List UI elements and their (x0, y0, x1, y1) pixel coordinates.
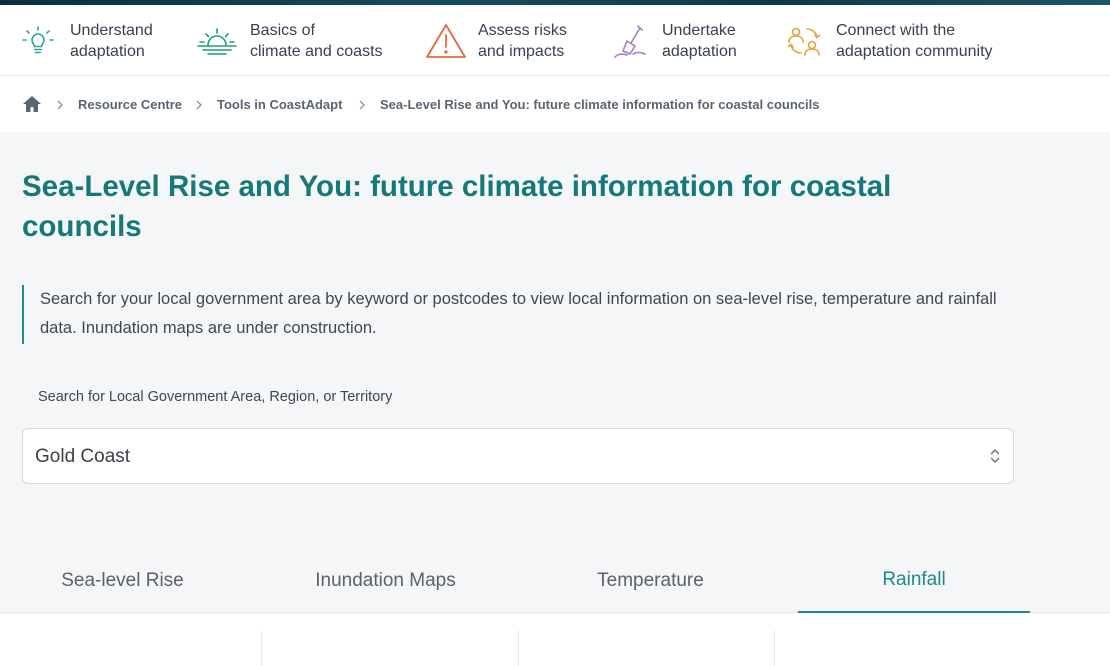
nav-label-line1: Understand (70, 21, 153, 39)
nav-assess-risks[interactable]: Assess risks and impacts (423, 5, 567, 76)
chevron-right-icon (359, 100, 365, 110)
breadcrumb-current-page: Sea-Level Rise and You: future climate i… (380, 97, 820, 112)
nav-label-line2: adaptation community (836, 42, 993, 60)
chevron-right-icon (196, 100, 202, 110)
home-icon[interactable] (22, 94, 42, 114)
breadcrumb-resource-centre[interactable]: Resource Centre (78, 97, 182, 113)
main-content: Sea-Level Rise and You: future climate i… (0, 132, 1110, 613)
nav-label-line1: Basics of (250, 21, 315, 39)
lga-search-select[interactable]: Gold Coast (22, 428, 1014, 484)
chevron-updown-icon (990, 448, 1000, 464)
nav-label-line2: and impacts (478, 42, 565, 60)
nav-label-line1: Assess risks (478, 21, 567, 39)
warning-icon (426, 23, 466, 58)
tab-rainfall[interactable]: Rainfall (798, 549, 1030, 613)
nav-basics-climate-coasts[interactable]: Basics of climate and coasts (194, 5, 383, 76)
column-divider (774, 630, 775, 666)
breadcrumb-tools[interactable]: Tools in CoastAdapt (217, 97, 342, 113)
intro-text: Search for your local government area by… (22, 285, 1012, 344)
nav-label-line1: Connect with the (836, 21, 956, 39)
page-title: Sea-Level Rise and You: future climate i… (22, 170, 892, 243)
nav-understand-adaptation[interactable]: Understand adaptation (18, 5, 153, 76)
nav-label-line2: adaptation (662, 42, 737, 60)
shovel-icon (614, 24, 646, 58)
chevron-right-icon (57, 100, 63, 110)
sun-horizon-icon (197, 27, 237, 55)
nav-label-line2: adaptation (70, 42, 145, 60)
column-divider (518, 630, 519, 666)
breadcrumb: Resource Centre Tools in CoastAdapt Sea-… (0, 77, 1110, 132)
tab-inundation-maps[interactable]: Inundation Maps (263, 549, 508, 613)
tab-sea-level-rise[interactable]: Sea-level Rise (0, 549, 245, 613)
top-navigation: Understand adaptation Basics of climate … (0, 5, 1110, 76)
people-cycle-icon (787, 27, 821, 56)
tab-temperature[interactable]: Temperature (528, 549, 773, 613)
data-tabs: Sea-level Rise Inundation Maps Temperatu… (0, 549, 1110, 613)
nav-connect-community[interactable]: Connect with the adaptation community (784, 5, 993, 76)
tab-panel (0, 614, 1110, 666)
lightbulb-icon (22, 25, 54, 53)
nav-label-line2: climate and coasts (250, 42, 383, 60)
nav-undertake-adaptation[interactable]: Undertake adaptation (611, 5, 737, 76)
column-divider (261, 630, 262, 666)
nav-label-line1: Undertake (662, 21, 736, 39)
search-label: Search for Local Government Area, Region… (38, 389, 393, 405)
search-selected-value: Gold Coast (35, 446, 131, 467)
